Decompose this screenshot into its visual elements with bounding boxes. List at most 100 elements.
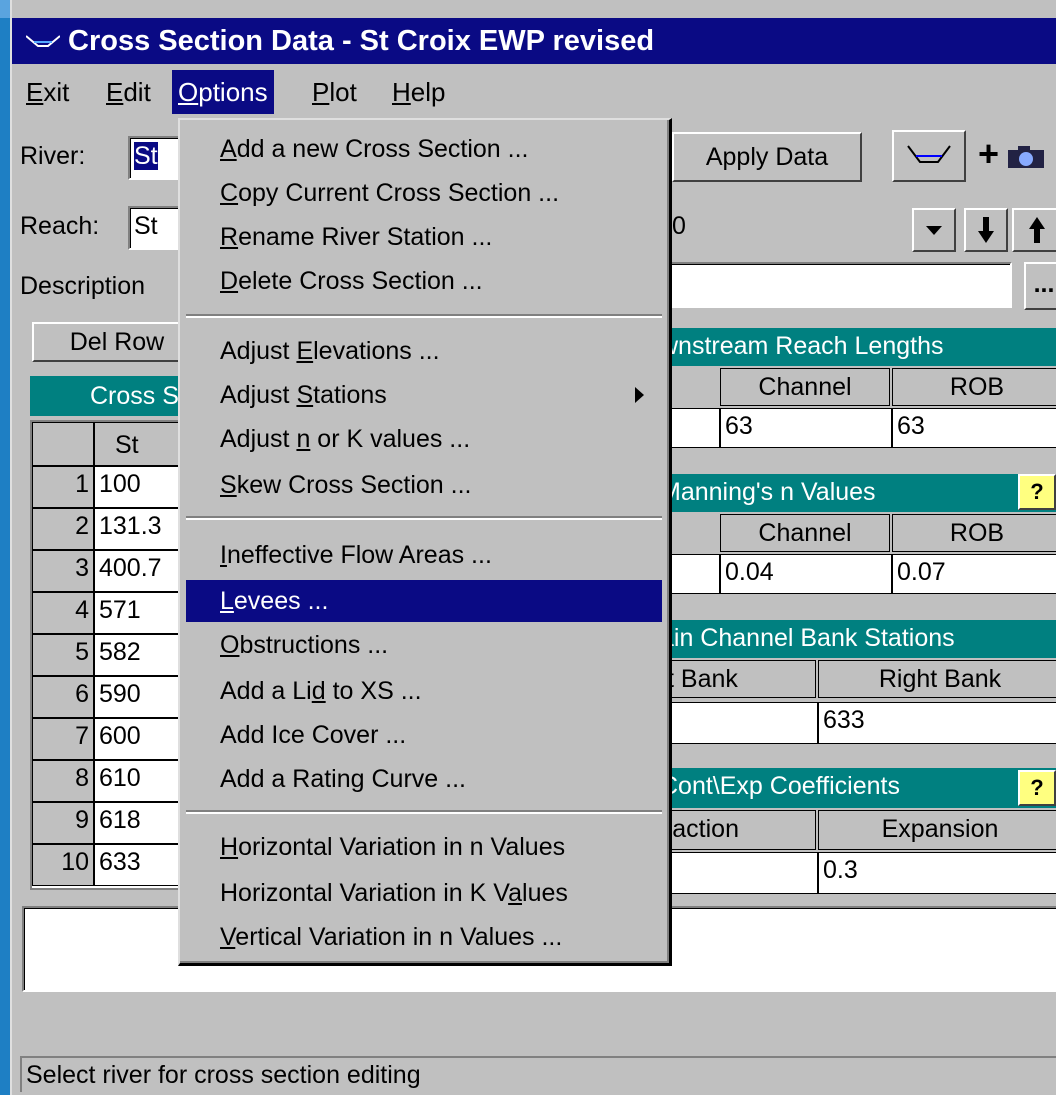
mannings-help-icon[interactable]: ? [1018, 474, 1056, 510]
arrow-down-icon [978, 217, 994, 243]
menu-item-label: Add a Lid to XS ... [220, 677, 422, 705]
station-dropdown-button[interactable] [912, 208, 956, 252]
menu-separator [186, 516, 662, 520]
xs-row-number[interactable]: 3 [32, 550, 94, 592]
bank-stations-header: ain Channel Bank Stations [652, 620, 1056, 658]
apply-data-button[interactable]: Apply Data [672, 132, 862, 182]
mannings-rob-header: ROB [892, 514, 1056, 552]
xs-plot-button[interactable] [892, 130, 966, 182]
menu-add-ice-cover[interactable]: Add Ice Cover ... [186, 714, 662, 756]
menu-horizontal-n-variation[interactable]: Horizontal Variation in n Values [186, 826, 662, 868]
reach-channel-header: Channel [720, 368, 890, 406]
xs-row-number[interactable]: 5 [32, 634, 94, 676]
menu-obstructions[interactable]: Obstructions ... [186, 624, 662, 666]
menu-horizontal-k-variation[interactable]: Horizontal Variation in K Values [186, 872, 662, 914]
contraction-field[interactable] [652, 852, 818, 894]
xs-row-number[interactable]: 2 [32, 508, 94, 550]
right-bank-field[interactable]: 633 [818, 702, 1056, 744]
mannings-channel-header: Channel [720, 514, 890, 552]
xs-row-number[interactable]: 6 [32, 676, 94, 718]
menu-item-label: Horizontal Variation in n Values [220, 833, 566, 861]
menu-item-label: Add a Rating Curve ... [220, 765, 466, 793]
menu-adjust-elevations[interactable]: Adjust Elevations ... [186, 330, 662, 372]
menu-item-label: Rename River Station ... [220, 223, 493, 251]
options-menu: Add a new Cross Section ... Copy Current… [178, 118, 672, 966]
menu-copy-cross-section[interactable]: Copy Current Cross Section ... [186, 172, 662, 214]
menu-exit[interactable]: Exit [20, 70, 75, 114]
xs-corner-cell [32, 422, 94, 466]
river-section-icon [26, 35, 60, 47]
menu-options[interactable]: Options [172, 70, 274, 114]
chevron-down-icon [926, 226, 942, 235]
window-title: Cross Section Data - St Croix EWP revise… [68, 25, 655, 57]
river-label: River: [20, 142, 86, 170]
menu-adjust-n-or-k[interactable]: Adjust n or K values ... [186, 418, 662, 460]
menu-delete-cross-section[interactable]: Delete Cross Section ... [186, 260, 662, 302]
xs-row-number[interactable]: 4 [32, 592, 94, 634]
cross-section-window: Cross Section Data - St Croix EWP revise… [10, 0, 1056, 1095]
menu-item-label: Copy Current Cross Section ... [220, 179, 560, 207]
expansion-header: Expansion [818, 810, 1056, 850]
reach-lengths-header: wnstream Reach Lengths [652, 328, 1056, 366]
mannings-header: Manning's n Values [652, 474, 1056, 512]
description-field[interactable] [652, 262, 1012, 308]
menu-levees[interactable]: Levees ... [186, 580, 662, 622]
left-bank-header: t Bank [652, 660, 816, 698]
mannings-channel-field[interactable]: 0.04 [720, 554, 892, 594]
arrow-up-icon [1029, 217, 1045, 243]
menu-item-label: Delete Cross Section ... [220, 267, 483, 295]
menu-item-label: Adjust Stations [220, 381, 387, 409]
menu-edit[interactable]: Edit [100, 70, 157, 114]
xs-row-number[interactable]: 9 [32, 802, 94, 844]
left-bank-field[interactable] [652, 702, 818, 744]
menu-item-label: Add Ice Cover ... [220, 721, 407, 749]
reach-label: Reach: [20, 212, 100, 240]
description-label: Description [20, 272, 146, 300]
coefficients-help-icon[interactable]: ? [1018, 770, 1056, 806]
menu-add-cross-section[interactable]: Add a new Cross Section ... [186, 128, 662, 170]
contraction-header: traction [652, 810, 816, 850]
menu-item-label: Ineffective Flow Areas ... [220, 541, 492, 569]
expansion-field[interactable]: 0.3 [818, 852, 1056, 894]
menu-separator [186, 314, 662, 318]
next-station-up-button[interactable] [1012, 208, 1056, 252]
menu-separator [186, 810, 662, 814]
menu-skew-cross-section[interactable]: Skew Cross Section ... [186, 464, 662, 506]
right-bank-header: Right Bank [818, 660, 1056, 698]
menu-item-label: Add a new Cross Section ... [220, 135, 529, 163]
camera-icon[interactable] [1006, 144, 1046, 170]
mannings-rob-field[interactable]: 0.07 [892, 554, 1056, 594]
menu-item-label: Adjust n or K values ... [220, 425, 471, 453]
menu-item-label: Horizontal Variation in K Values [220, 879, 568, 907]
menu-item-label: Obstructions ... [220, 631, 389, 659]
reach-channel-field[interactable]: 63 [720, 408, 892, 448]
xs-row-number[interactable]: 7 [32, 718, 94, 760]
reach-rob-header: ROB [892, 368, 1056, 406]
menu-add-rating-curve[interactable]: Add a Rating Curve ... [186, 758, 662, 800]
menu-add-lid[interactable]: Add a Lid to XS ... [186, 670, 662, 712]
next-station-down-button[interactable] [964, 208, 1008, 252]
river-station-value: 0 [672, 212, 686, 240]
coefficients-header: Cont\Exp Coefficients [652, 768, 1056, 808]
xs-row-number[interactable]: 1 [32, 466, 94, 508]
title-bar[interactable]: Cross Section Data - St Croix EWP revise… [12, 18, 1056, 64]
xs-row-number[interactable]: 10 [32, 844, 94, 886]
menu-item-label: Vertical Variation in n Values ... [220, 923, 563, 951]
status-bar: Select river for cross section editing [20, 1056, 1056, 1092]
reach-rob-field[interactable]: 63 [892, 408, 1056, 448]
description-more-button[interactable]: ... [1024, 262, 1056, 310]
cross-section-icon [907, 145, 951, 163]
menu-vertical-n-variation[interactable]: Vertical Variation in n Values ... [186, 916, 662, 958]
menu-item-label: Levees ... [220, 587, 329, 615]
xs-row-number[interactable]: 8 [32, 760, 94, 802]
menu-item-label: Adjust Elevations ... [220, 337, 440, 365]
menu-help[interactable]: Help [386, 70, 451, 114]
del-row-button[interactable]: Del Row [32, 322, 202, 362]
menu-bar: Exit Edit Options Plot Help [12, 68, 1056, 118]
add-icon[interactable]: + [978, 134, 999, 174]
menu-adjust-stations[interactable]: Adjust Stations [186, 374, 662, 416]
menu-rename-river-station[interactable]: Rename River Station ... [186, 216, 662, 258]
menu-plot[interactable]: Plot [306, 70, 363, 114]
xs-table: St 1 100 2 131.3 3 400.7 4 571 5 582 6 590 7 600 8 610 9… [30, 420, 200, 890]
menu-ineffective-flow-areas[interactable]: Ineffective Flow Areas ... [186, 534, 662, 576]
